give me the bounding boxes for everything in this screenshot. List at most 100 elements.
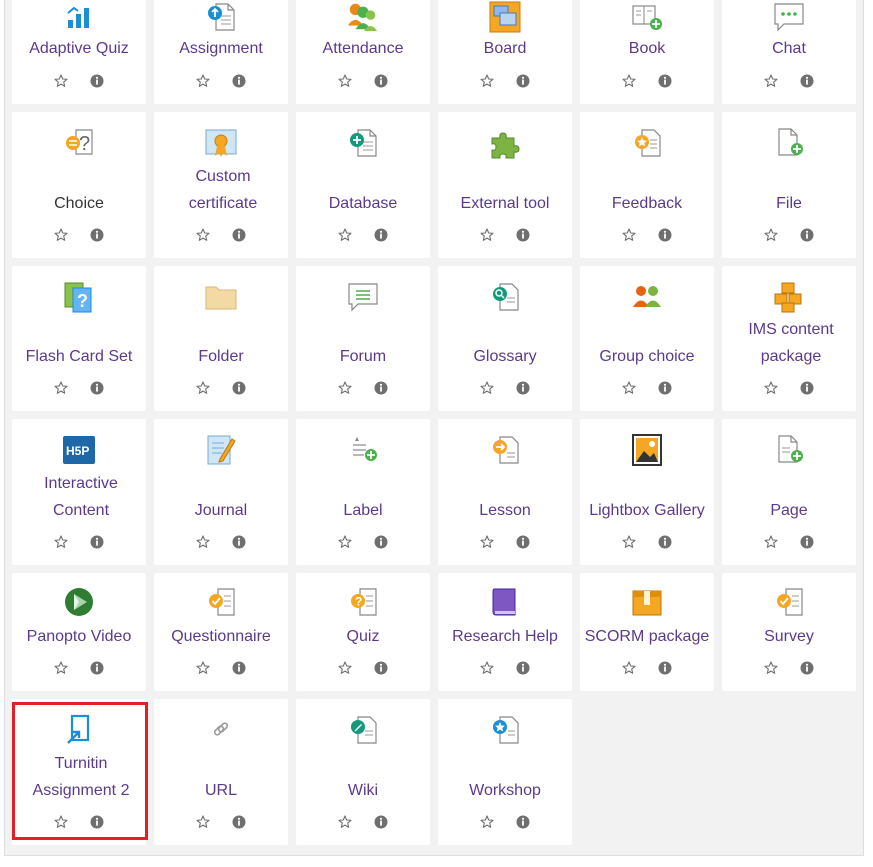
star-icon[interactable] (196, 535, 210, 549)
info-icon[interactable] (800, 535, 814, 549)
activity-tile-lightbox-gallery[interactable]: Lightbox Gallery (580, 419, 714, 565)
activity-tile-attendance[interactable]: Attendance (296, 0, 430, 104)
activity-tile-quiz[interactable]: ? Quiz (296, 573, 430, 691)
info-icon[interactable] (516, 228, 530, 242)
activity-tile-interactive-content[interactable]: H5P Interactive Content (12, 419, 146, 565)
star-icon[interactable] (54, 815, 68, 829)
activity-tile-board[interactable]: Board (438, 0, 572, 104)
star-icon[interactable] (764, 535, 778, 549)
star-icon[interactable] (480, 381, 494, 395)
info-icon[interactable] (658, 228, 672, 242)
info-icon[interactable] (374, 381, 388, 395)
activity-tile-survey[interactable]: Survey (722, 573, 856, 691)
activity-tile-external-tool[interactable]: External tool (438, 112, 572, 258)
star-icon[interactable] (54, 661, 68, 675)
info-icon[interactable] (516, 815, 530, 829)
activity-tile-label[interactable]: Label (296, 419, 430, 565)
star-icon[interactable] (480, 535, 494, 549)
activity-tile-wiki[interactable]: Wiki (296, 699, 430, 845)
activity-tile-file[interactable]: File (722, 112, 856, 258)
info-icon[interactable] (232, 228, 246, 242)
star-icon[interactable] (338, 535, 352, 549)
star-icon[interactable] (622, 381, 636, 395)
activity-tile-assignment[interactable]: Assignment (154, 0, 288, 104)
info-icon[interactable] (800, 228, 814, 242)
info-icon[interactable] (516, 535, 530, 549)
star-icon[interactable] (338, 228, 352, 242)
activity-tile-workshop[interactable]: Workshop (438, 699, 572, 845)
star-icon[interactable] (54, 74, 68, 88)
info-icon[interactable] (374, 815, 388, 829)
star-icon[interactable] (480, 815, 494, 829)
activity-tile-glossary[interactable]: Glossary (438, 266, 572, 411)
star-icon[interactable] (764, 74, 778, 88)
star-icon[interactable] (196, 661, 210, 675)
star-icon[interactable] (196, 74, 210, 88)
info-icon[interactable] (90, 74, 104, 88)
info-icon[interactable] (516, 74, 530, 88)
activity-tile-page[interactable]: Page (722, 419, 856, 565)
info-icon[interactable] (374, 661, 388, 675)
star-icon[interactable] (196, 381, 210, 395)
activity-tile-turnitin-assignment-2[interactable]: Turnitin Assignment 2 (12, 699, 146, 845)
star-icon[interactable] (196, 815, 210, 829)
info-icon[interactable] (232, 535, 246, 549)
info-icon[interactable] (90, 535, 104, 549)
info-icon[interactable] (800, 381, 814, 395)
info-icon[interactable] (800, 661, 814, 675)
star-icon[interactable] (480, 661, 494, 675)
info-icon[interactable] (800, 74, 814, 88)
activity-tile-folder[interactable]: Folder (154, 266, 288, 411)
info-icon[interactable] (232, 815, 246, 829)
activity-tile-questionnaire[interactable]: Questionnaire (154, 573, 288, 691)
info-icon[interactable] (90, 661, 104, 675)
star-icon[interactable] (764, 381, 778, 395)
info-icon[interactable] (90, 815, 104, 829)
star-icon[interactable] (338, 74, 352, 88)
activity-tile-custom-certificate[interactable]: Custom certificate (154, 112, 288, 258)
info-icon[interactable] (232, 661, 246, 675)
activity-tile-choice[interactable]: ? Choice (12, 112, 146, 258)
star-icon[interactable] (622, 74, 636, 88)
info-icon[interactable] (516, 661, 530, 675)
star-icon[interactable] (196, 228, 210, 242)
info-icon[interactable] (374, 535, 388, 549)
star-icon[interactable] (622, 535, 636, 549)
info-icon[interactable] (374, 74, 388, 88)
activity-tile-chat[interactable]: Chat (722, 0, 856, 104)
activity-tile-group-choice[interactable]: Group choice (580, 266, 714, 411)
info-icon[interactable] (374, 228, 388, 242)
star-icon[interactable] (480, 74, 494, 88)
info-icon[interactable] (90, 381, 104, 395)
activity-tile-book[interactable]: Book (580, 0, 714, 104)
activity-tile-feedback[interactable]: Feedback (580, 112, 714, 258)
star-icon[interactable] (54, 535, 68, 549)
info-icon[interactable] (658, 535, 672, 549)
activity-tile-scorm-package[interactable]: SCORM package (580, 573, 714, 691)
activity-tile-journal[interactable]: Journal (154, 419, 288, 565)
info-icon[interactable] (658, 74, 672, 88)
info-icon[interactable] (516, 381, 530, 395)
star-icon[interactable] (622, 228, 636, 242)
star-icon[interactable] (480, 228, 494, 242)
activity-tile-forum[interactable]: Forum (296, 266, 430, 411)
activity-tile-ims-content-package[interactable]: IMS content package (722, 266, 856, 411)
activity-tile-url[interactable]: URL (154, 699, 288, 845)
star-icon[interactable] (622, 661, 636, 675)
activity-tile-adaptive-quiz[interactable]: Adaptive Quiz (12, 0, 146, 104)
star-icon[interactable] (338, 381, 352, 395)
info-icon[interactable] (658, 381, 672, 395)
info-icon[interactable] (90, 228, 104, 242)
activity-tile-database[interactable]: Database (296, 112, 430, 258)
activity-tile-panopto-video[interactable]: Panopto Video (12, 573, 146, 691)
activity-tile-research-help[interactable]: Research Help (438, 573, 572, 691)
info-icon[interactable] (232, 381, 246, 395)
activity-tile-flash-card-set[interactable]: ? Flash Card Set (12, 266, 146, 411)
star-icon[interactable] (54, 381, 68, 395)
star-icon[interactable] (764, 228, 778, 242)
info-icon[interactable] (658, 661, 672, 675)
star-icon[interactable] (338, 815, 352, 829)
info-icon[interactable] (232, 74, 246, 88)
activity-tile-lesson[interactable]: Lesson (438, 419, 572, 565)
star-icon[interactable] (764, 661, 778, 675)
